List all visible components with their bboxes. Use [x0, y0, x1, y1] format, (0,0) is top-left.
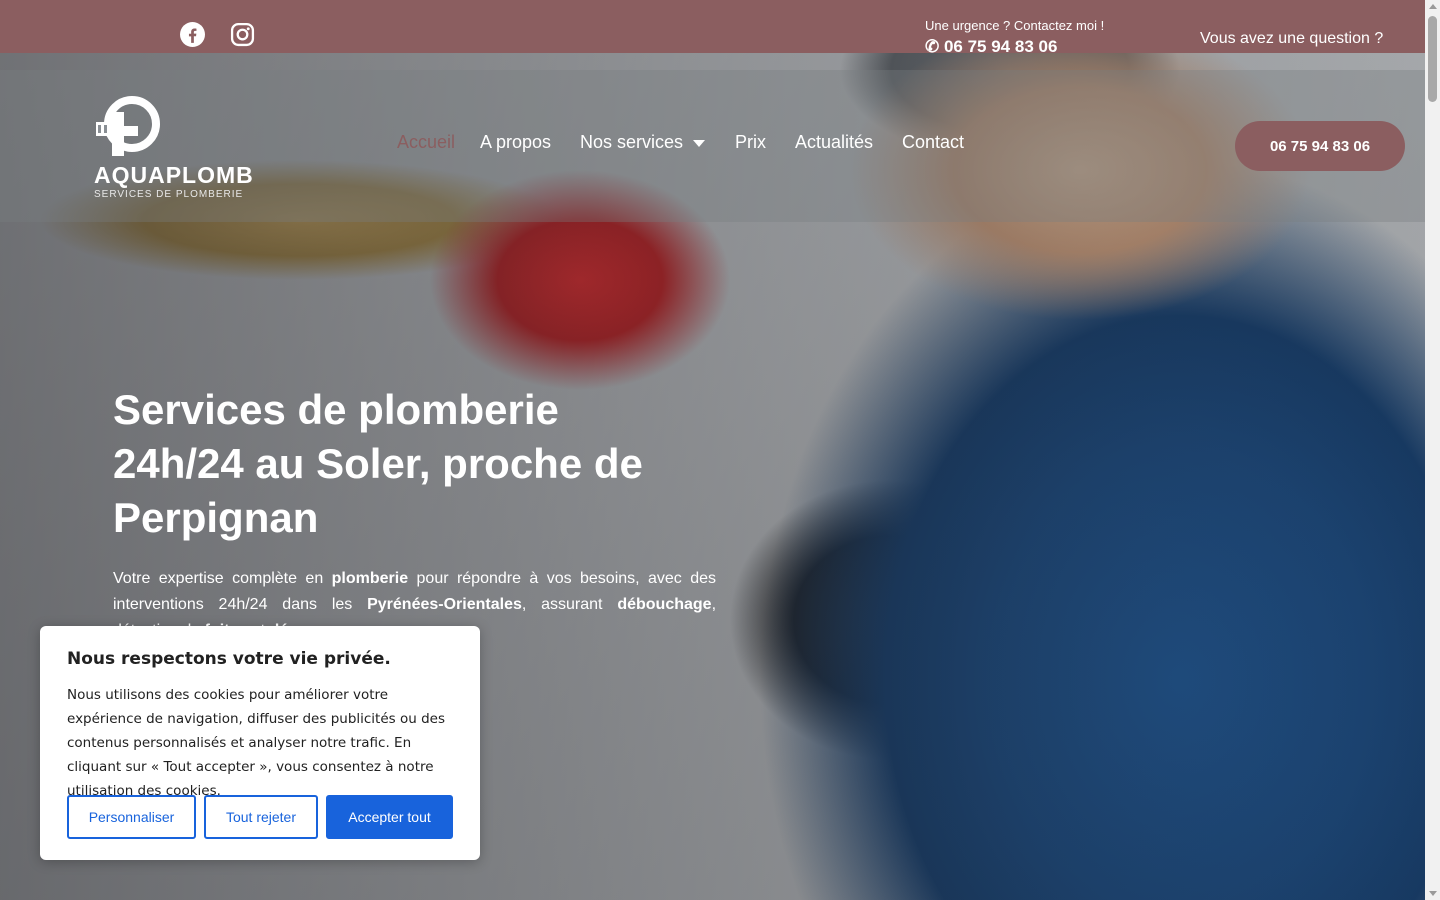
logo-mark-icon [96, 96, 160, 156]
nav-item-actualites[interactable]: Actualités [795, 132, 873, 153]
accept-all-button[interactable]: Accepter tout [326, 795, 453, 839]
hero-title-line3: Perpignan [113, 494, 319, 541]
logo-name: AQUAPLOMB [94, 162, 254, 188]
logo-tagline: SERVICES DE PLOMBERIE [94, 189, 244, 200]
hero-text-bold: Pyrénées-Orientales [367, 596, 522, 613]
cookie-text: Nous utilisons des cookies pour améliore… [67, 687, 445, 799]
scroll-up-arrow-icon[interactable] [1429, 4, 1437, 9]
phone-button[interactable]: 06 75 94 83 06 [1235, 121, 1405, 171]
logo[interactable]: AQUAPLOMB SERVICES DE PLOMBERIE [94, 92, 274, 202]
hero-title-line2: 24h/24 au Soler, proche de [113, 440, 643, 487]
top-bar: Une urgence ? Contactez moi ! ✆ 06 75 94… [0, 0, 1425, 56]
scrollbar-thumb[interactable] [1428, 16, 1437, 102]
hero-text-bold: débouchage [617, 596, 712, 613]
urgent-phone-link[interactable]: ✆ 06 75 94 83 06 [925, 37, 1057, 57]
nav-item-a-propos[interactable]: A propos [480, 132, 551, 153]
nav-item-nos-services[interactable]: Nos services [580, 132, 706, 153]
nav-item-accueil[interactable]: Accueil [397, 132, 455, 153]
scroll-down-arrow-icon[interactable] [1429, 891, 1437, 896]
hero-text-bold: plomberie [331, 570, 409, 587]
urgent-label: Une urgence ? Contactez moi ! [925, 18, 1105, 33]
main-header: AQUAPLOMB SERVICES DE PLOMBERIE Accueil … [0, 70, 1425, 222]
nav-item-prix[interactable]: Prix [735, 132, 766, 153]
instagram-icon[interactable] [230, 22, 255, 47]
nav-item-nos-services-label: Nos services [580, 132, 684, 152]
hero-title-line1: Services de plomberie [113, 386, 559, 433]
hero-text-part: Votre expertise complète en [113, 570, 332, 587]
caret-down-icon [693, 139, 706, 147]
reject-all-button[interactable]: Tout rejeter [204, 795, 318, 839]
cookie-title: Nous respectons votre vie privée. [67, 649, 391, 669]
hero-text-part: , assurant [521, 596, 618, 613]
cookie-consent-banner: Nous respectons votre vie privée. Nous u… [40, 626, 480, 860]
customize-button[interactable]: Personnaliser [67, 795, 196, 839]
facebook-icon[interactable] [180, 22, 205, 47]
hero-title: Services de plomberie 24h/24 au Soler, p… [113, 383, 753, 545]
question-link[interactable]: Vous avez une question ? [1200, 30, 1383, 48]
nav-item-contact[interactable]: Contact [902, 132, 964, 153]
page-scrollbar[interactable] [1425, 0, 1440, 900]
